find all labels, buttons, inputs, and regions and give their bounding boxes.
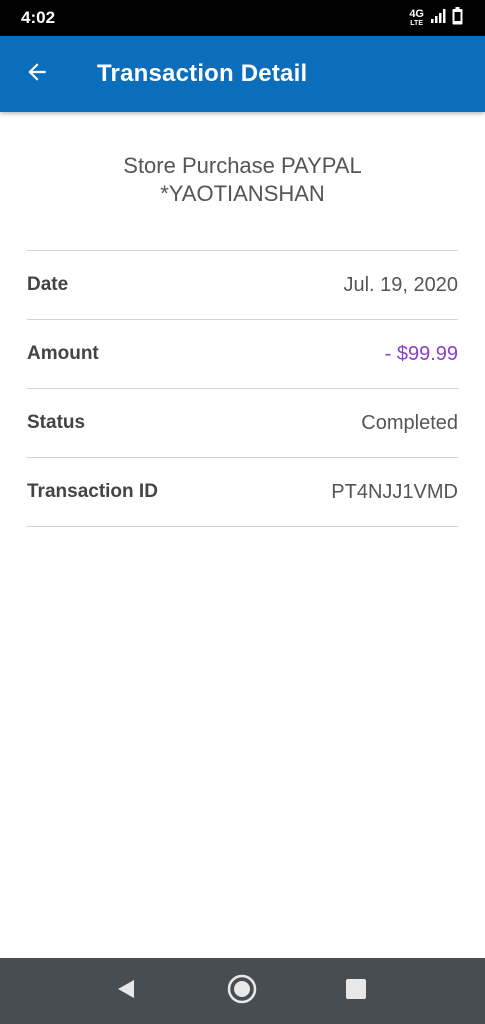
date-value: Jul. 19, 2020 [343, 273, 458, 296]
merchant-name: Store Purchase PAYPAL *YAOTIANSHAN [0, 152, 485, 208]
status-icons: 4G LTE [409, 6, 463, 30]
nav-home-button[interactable] [222, 971, 262, 1011]
network-indicator: 4G LTE [409, 8, 424, 28]
page-title: Transaction Detail [97, 60, 308, 87]
network-subtype: LTE [410, 20, 423, 27]
circle-home-icon [226, 973, 258, 1010]
merchant-line-1: Store Purchase PAYPAL [123, 153, 362, 178]
merchant-line-2: *YAOTIANSHAN [160, 181, 325, 206]
triangle-back-icon [115, 978, 137, 1005]
date-label: Date [27, 274, 69, 295]
status-time: 4:02 [21, 8, 56, 27]
network-type: 4G [409, 8, 424, 20]
nav-recents-button[interactable] [336, 971, 376, 1011]
status-value: Completed [361, 411, 458, 434]
transaction-id-value: PT4NJJ1VMD [331, 480, 458, 503]
cell-signal-icon [430, 8, 446, 29]
detail-row-amount: Amount - $99.99 [27, 320, 458, 389]
system-nav-bar [0, 958, 485, 1024]
battery-icon [452, 6, 463, 30]
detail-row-status: Status Completed [27, 389, 458, 458]
transaction-details: Date Jul. 19, 2020 Amount - $99.99 Statu… [27, 250, 458, 527]
transaction-id-label: Transaction ID [27, 481, 158, 502]
nav-back-button[interactable] [106, 971, 146, 1011]
amount-value: - $99.99 [384, 342, 458, 365]
status-label: Status [27, 412, 86, 433]
detail-row-transaction-id: Transaction ID PT4NJJ1VMD [27, 458, 458, 527]
detail-row-date: Date Jul. 19, 2020 [27, 251, 458, 320]
arrow-left-icon [24, 59, 50, 90]
status-bar: 4:02 4G LTE [0, 0, 485, 36]
back-button[interactable] [16, 53, 58, 95]
square-recents-icon [345, 978, 367, 1005]
amount-label: Amount [27, 343, 99, 364]
app-bar: Transaction Detail [0, 36, 485, 112]
